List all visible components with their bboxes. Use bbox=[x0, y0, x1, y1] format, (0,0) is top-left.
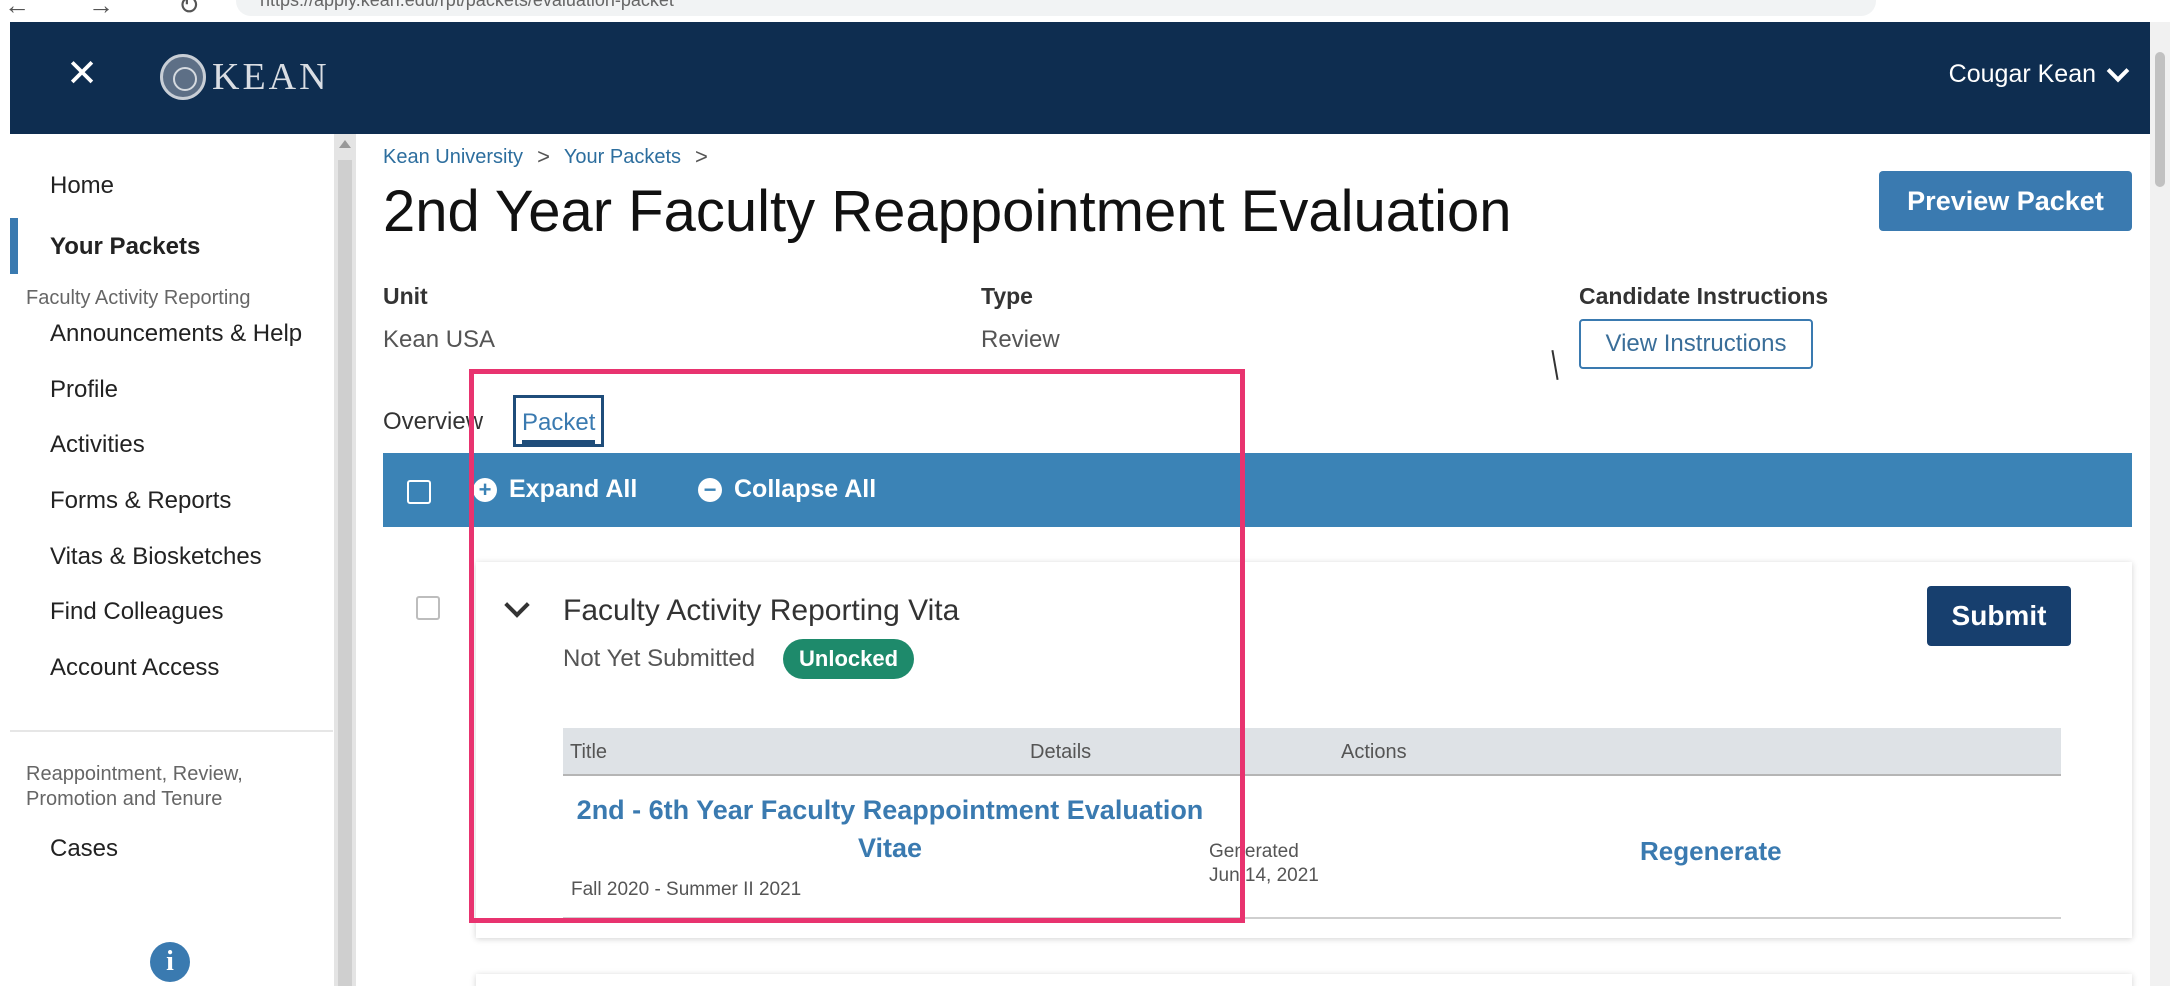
breadcrumb-your-packets[interactable]: Your Packets bbox=[564, 146, 681, 169]
back-icon[interactable]: ← bbox=[4, 0, 30, 21]
sidebar-scrollbar-thumb[interactable] bbox=[338, 160, 352, 986]
university-seal-icon bbox=[160, 54, 206, 100]
section-status: Not Yet Submitted bbox=[563, 645, 756, 672]
sidebar-item-forms-reports[interactable]: Forms & Reports bbox=[50, 487, 231, 515]
collapse-all-button[interactable]: − Collapse All bbox=[698, 475, 876, 504]
sidebar-item-home[interactable]: Home bbox=[50, 172, 114, 200]
expand-all-button[interactable]: + Expand All bbox=[473, 475, 637, 504]
forward-icon[interactable]: → bbox=[88, 0, 114, 21]
scroll-up-icon[interactable] bbox=[339, 140, 351, 148]
page-scrollbar[interactable] bbox=[2150, 22, 2170, 986]
next-section-card bbox=[476, 974, 2132, 986]
mouse-cursor-icon bbox=[1556, 352, 1574, 380]
tab-overview[interactable]: Overview bbox=[383, 408, 483, 436]
type-value: Review bbox=[981, 326, 1060, 353]
sidebar-item-vitas[interactable]: Vitas & Biosketches bbox=[50, 543, 262, 571]
reload-icon[interactable]: ↻ bbox=[178, 0, 200, 21]
user-name: Cougar Kean bbox=[1948, 60, 2096, 88]
main-content: Kean University > Your Packets > 2nd Yea… bbox=[356, 134, 2150, 986]
preview-packet-button[interactable]: Preview Packet bbox=[1879, 171, 2132, 231]
breadcrumb-separator: > bbox=[537, 144, 550, 169]
user-menu[interactable]: Cougar Kean bbox=[1948, 59, 2130, 89]
type-label: Type bbox=[981, 283, 1033, 309]
active-indicator bbox=[10, 218, 18, 274]
submit-button[interactable]: Submit bbox=[1927, 586, 2071, 646]
breadcrumb-separator: > bbox=[695, 144, 708, 169]
status-badge: Unlocked bbox=[783, 639, 915, 679]
column-header-title: Title bbox=[570, 741, 608, 763]
close-menu-icon[interactable]: ✕ bbox=[62, 54, 102, 94]
regenerate-link[interactable]: Regenerate bbox=[1640, 836, 1782, 867]
sidebar-item-account-access[interactable]: Account Access bbox=[50, 654, 219, 682]
plus-circle-icon: + bbox=[473, 477, 497, 502]
kean-logo[interactable]: KEAN bbox=[160, 52, 330, 102]
view-instructions-button[interactable]: View Instructions bbox=[1579, 319, 1813, 369]
top-header: ✕ KEAN Cougar Kean bbox=[10, 22, 2150, 134]
sidebar-item-activities[interactable]: Activities bbox=[50, 431, 145, 459]
vita-title-link[interactable]: 2nd - 6th Year Faculty Reappointment Eva… bbox=[570, 791, 1210, 867]
tab-packet[interactable]: Packet bbox=[513, 395, 605, 447]
unit-value: Kean USA bbox=[383, 326, 496, 353]
sidebar-divider bbox=[10, 730, 333, 732]
logo-text: KEAN bbox=[212, 56, 330, 98]
active-tab-underline bbox=[522, 440, 596, 445]
column-header-details: Details bbox=[1030, 741, 1092, 763]
breadcrumb-kean-university[interactable]: Kean University bbox=[383, 146, 523, 169]
address-bar[interactable]: https://apply.kean.edu/rpt/packets/evalu… bbox=[236, 0, 1876, 16]
vita-details-date: Jun 14, 2021 bbox=[1209, 865, 1319, 886]
sidebar-scrollbar[interactable] bbox=[334, 134, 356, 986]
sidebar-item-cases[interactable]: Cases bbox=[50, 835, 118, 863]
sidebar-item-profile[interactable]: Profile bbox=[50, 376, 118, 404]
tab-packet-label: Packet bbox=[522, 409, 596, 436]
vita-details-status: Generated bbox=[1209, 841, 1299, 862]
sidebar-group-faculty-activity: Faculty Activity Reporting bbox=[26, 287, 251, 309]
unit-label: Unit bbox=[383, 283, 428, 309]
expand-all-label: Expand All bbox=[509, 475, 638, 503]
page-gutter bbox=[0, 22, 10, 986]
address-text: https://apply.kean.edu/rpt/packets/evalu… bbox=[260, 0, 674, 10]
chevron-down-icon bbox=[2106, 59, 2130, 82]
breadcrumb: Kean University > Your Packets > bbox=[383, 144, 722, 170]
packet-toolbar: + Expand All − Collapse All bbox=[383, 453, 2132, 527]
vita-details: Generated Jun 14, 2021 bbox=[1209, 840, 1319, 888]
collapse-all-label: Collapse All bbox=[734, 475, 877, 503]
table-row-divider bbox=[563, 917, 2061, 919]
minus-circle-icon: − bbox=[698, 477, 722, 502]
table-header: Title Details Actions bbox=[563, 728, 2061, 776]
browser-toolbar: ← → ↻ https://apply.kean.edu/rpt/packets… bbox=[0, 0, 2170, 22]
sidebar-group-rpt: Reappointment, Review, Promotion and Ten… bbox=[26, 763, 243, 810]
section-checkbox[interactable] bbox=[416, 596, 440, 620]
page-scrollbar-thumb[interactable] bbox=[2155, 52, 2165, 187]
sidebar-item-announcements[interactable]: Announcements & Help bbox=[50, 320, 302, 348]
select-all-checkbox[interactable] bbox=[407, 480, 431, 504]
column-header-actions: Actions bbox=[1341, 741, 1407, 763]
section-title: Faculty Activity Reporting Vita bbox=[563, 594, 960, 627]
sidebar-item-your-packets[interactable]: Your Packets bbox=[50, 233, 200, 261]
candidate-instructions-label: Candidate Instructions bbox=[1579, 283, 1829, 309]
info-icon[interactable]: i bbox=[150, 942, 190, 982]
vita-date-range: Fall 2020 - Summer II 2021 bbox=[571, 879, 802, 900]
sidebar: Home Your Packets Faculty Activity Repor… bbox=[10, 134, 333, 986]
sidebar-item-find-colleagues[interactable]: Find Colleagues bbox=[50, 598, 223, 626]
page-title: 2nd Year Faculty Reappointment Evaluatio… bbox=[383, 179, 1512, 244]
